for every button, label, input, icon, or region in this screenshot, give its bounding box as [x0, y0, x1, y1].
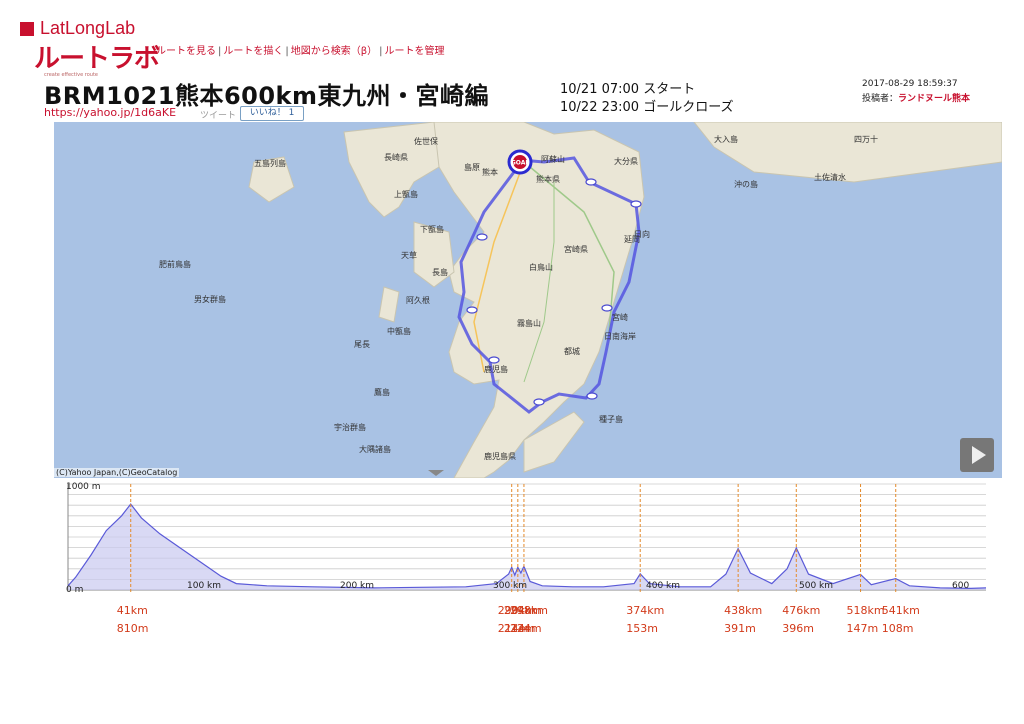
marker-elevation-label: 147m — [846, 622, 879, 635]
marker-elevation-label: 108m — [881, 622, 914, 635]
marker-distance-label: 374km — [626, 604, 665, 617]
marker-elevation-label: 391m — [724, 622, 756, 635]
marker-distance-label: 476km — [782, 604, 821, 617]
marker-elevation-label: 153m — [626, 622, 658, 635]
marker-distance-label: 41km — [116, 604, 148, 617]
marker-elevation-label: 396m — [782, 622, 814, 635]
marker-distance-label: 541km — [881, 604, 920, 617]
marker-elevation-label: 224m — [509, 622, 542, 635]
elevation-marker-labels: 41km 810m 290km 214m 294km 214m 298km 224m 374km… — [0, 0, 1024, 724]
marker-distance-label: 298km — [509, 604, 549, 617]
marker-distance-label: 438km — [724, 604, 763, 617]
marker-distance-label: 518km — [846, 604, 885, 617]
marker-elevation-label: 810m — [116, 622, 149, 635]
